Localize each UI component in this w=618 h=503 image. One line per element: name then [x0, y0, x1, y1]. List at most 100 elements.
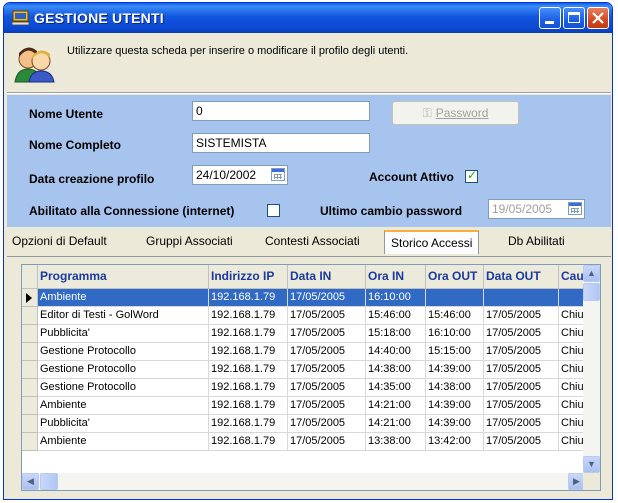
table-row[interactable]: Pubblicita' 192.168.1.79 17/05/2005 15:18:0…: [38, 325, 589, 343]
col-ora-in[interactable]: Ora IN: [366, 265, 426, 289]
table-cell[interactable]: [426, 289, 484, 307]
table-cell[interactable]: Gestione Protocollo: [38, 343, 209, 361]
title-bar[interactable]: GESTIONE UTENTI: [4, 3, 612, 33]
table-cell[interactable]: 17/05/2005: [484, 379, 559, 397]
table-row[interactable]: Gestione Protocollo 192.168.1.79 17/05/200…: [38, 379, 589, 397]
vertical-scrollbar[interactable]: ▲ ▼: [583, 265, 600, 473]
table-cell[interactable]: 17/05/2005: [484, 433, 559, 451]
nome-completo-field[interactable]: SISTEMISTA: [192, 133, 370, 153]
row-indicator[interactable]: [22, 415, 38, 433]
table-cell[interactable]: 192.168.1.79: [209, 307, 288, 325]
table-cell[interactable]: Editor di Testi - GolWord: [38, 307, 209, 325]
table-cell[interactable]: 17/05/2005: [288, 415, 366, 433]
abilitato-checkbox[interactable]: [267, 204, 280, 217]
vertical-scroll-thumb[interactable]: [583, 283, 600, 301]
table-cell[interactable]: Gestione Protocollo: [38, 379, 209, 397]
scroll-up-button[interactable]: ▲: [583, 265, 600, 282]
table-cell[interactable]: 17/05/2005: [288, 289, 366, 307]
col-data-out[interactable]: Data OUT: [484, 265, 559, 289]
table-cell[interactable]: [484, 289, 559, 307]
table-cell[interactable]: 14:39:00: [426, 361, 484, 379]
table-cell[interactable]: 17/05/2005: [288, 361, 366, 379]
table-cell[interactable]: 17/05/2005: [288, 343, 366, 361]
table-row[interactable]: Pubblicita' 192.168.1.79 17/05/2005 14:21:0…: [38, 415, 589, 433]
table-cell[interactable]: 192.168.1.79: [209, 433, 288, 451]
table-cell[interactable]: 17/05/2005: [484, 307, 559, 325]
table-cell[interactable]: 192.168.1.79: [209, 397, 288, 415]
col-programma[interactable]: Programma: [38, 265, 209, 289]
table-cell[interactable]: 17/05/2005: [288, 379, 366, 397]
table-cell[interactable]: 17/05/2005: [484, 325, 559, 343]
table-cell[interactable]: 192.168.1.79: [209, 361, 288, 379]
table-cell[interactable]: 14:38:00: [366, 361, 426, 379]
table-cell[interactable]: 16:10:00: [426, 325, 484, 343]
table-row[interactable]: Gestione Protocollo 192.168.1.79 17/05/200…: [38, 361, 589, 379]
table-cell[interactable]: 192.168.1.79: [209, 343, 288, 361]
table-cell[interactable]: Ambiente: [38, 397, 209, 415]
table-cell[interactable]: 192.168.1.79: [209, 289, 288, 307]
table-cell[interactable]: 17/05/2005: [484, 361, 559, 379]
table-cell[interactable]: 17/05/2005: [484, 397, 559, 415]
row-indicator[interactable]: [22, 307, 38, 325]
row-indicator[interactable]: [22, 343, 38, 361]
row-indicator[interactable]: [22, 289, 38, 307]
table-row[interactable]: Ambiente 192.168.1.79 17/05/2005 16:10:00: [38, 289, 589, 307]
row-indicator[interactable]: [22, 361, 38, 379]
tab-opzioni-default[interactable]: Opzioni di Default: [12, 234, 107, 248]
table-cell[interactable]: 17/05/2005: [288, 325, 366, 343]
tab-db-abilitati[interactable]: Db Abilitati: [508, 234, 565, 248]
table-cell[interactable]: 17/05/2005: [484, 415, 559, 433]
table-row[interactable]: Editor di Testi - GolWord 192.168.1.79 17/…: [38, 307, 589, 325]
scroll-left-button[interactable]: ◀: [22, 473, 39, 490]
table-cell[interactable]: 14:38:00: [426, 379, 484, 397]
table-cell[interactable]: 15:18:00: [366, 325, 426, 343]
table-cell[interactable]: 17/05/2005: [288, 307, 366, 325]
table-cell[interactable]: 17/05/2005: [288, 433, 366, 451]
table-cell[interactable]: 15:46:00: [426, 307, 484, 325]
table-cell[interactable]: 15:15:00: [426, 343, 484, 361]
calendar-icon[interactable]: [271, 168, 285, 181]
data-creazione-field[interactable]: 24/10/2002: [192, 165, 288, 185]
table-cell[interactable]: 14:39:00: [426, 415, 484, 433]
row-indicator[interactable]: [22, 325, 38, 343]
nome-utente-field[interactable]: 0: [192, 101, 370, 121]
row-indicator[interactable]: [22, 379, 38, 397]
table-cell[interactable]: Pubblicita': [38, 415, 209, 433]
minimize-button[interactable]: [539, 7, 561, 29]
access-history-grid[interactable]: Programma Indirizzo IP Data IN Ora IN Or…: [21, 264, 601, 491]
col-indirizzo-ip[interactable]: Indirizzo IP: [209, 265, 288, 289]
password-button[interactable]: ⚿ Password: [392, 101, 519, 125]
table-cell[interactable]: 192.168.1.79: [209, 415, 288, 433]
tab-storico-accessi[interactable]: Storico Accessi: [384, 230, 480, 254]
table-cell[interactable]: 14:40:00: [366, 343, 426, 361]
table-cell[interactable]: 14:35:00: [366, 379, 426, 397]
table-cell[interactable]: 14:21:00: [366, 415, 426, 433]
horizontal-scrollbar[interactable]: ◀ ▶: [22, 473, 585, 490]
table-row[interactable]: Ambiente 192.168.1.79 17/05/2005 13:38:00 13…: [38, 433, 589, 451]
table-cell[interactable]: 17/05/2005: [484, 343, 559, 361]
table-cell[interactable]: 16:10:00: [366, 289, 426, 307]
table-cell[interactable]: Gestione Protocollo: [38, 361, 209, 379]
table-cell[interactable]: 14:39:00: [426, 397, 484, 415]
table-row[interactable]: Gestione Protocollo 192.168.1.79 17/05/200…: [38, 343, 589, 361]
col-ora-out[interactable]: Ora OUT: [426, 265, 484, 289]
close-button[interactable]: [587, 7, 609, 29]
tab-gruppi-associati[interactable]: Gruppi Associati: [146, 234, 233, 248]
table-cell[interactable]: 15:46:00: [366, 307, 426, 325]
table-cell[interactable]: 14:21:00: [366, 397, 426, 415]
col-data-in[interactable]: Data IN: [288, 265, 366, 289]
table-cell[interactable]: 192.168.1.79: [209, 379, 288, 397]
table-cell[interactable]: Ambiente: [38, 289, 209, 307]
table-cell[interactable]: Pubblicita': [38, 325, 209, 343]
table-cell[interactable]: Ambiente: [38, 433, 209, 451]
row-indicator[interactable]: [22, 397, 38, 415]
tab-contesti-associati[interactable]: Contesti Associati: [265, 234, 360, 248]
table-cell[interactable]: 13:38:00: [366, 433, 426, 451]
table-cell[interactable]: 192.168.1.79: [209, 325, 288, 343]
table-cell[interactable]: 17/05/2005: [288, 397, 366, 415]
account-attivo-checkbox[interactable]: [465, 168, 478, 183]
maximize-button[interactable]: [563, 7, 585, 29]
scroll-down-button[interactable]: ▼: [583, 456, 600, 473]
horizontal-scroll-thumb[interactable]: [40, 473, 58, 490]
row-indicator[interactable]: [22, 433, 38, 451]
